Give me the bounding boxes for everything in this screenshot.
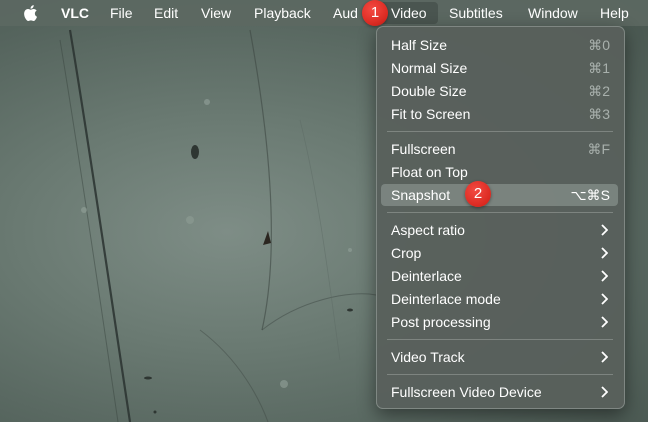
menu-item-double-size[interactable]: Double Size ⌘2 [381,80,618,102]
chevron-right-icon [601,224,608,236]
menu-item-deinterlace-mode[interactable]: Deinterlace mode [381,288,618,310]
menu-item-label: Fullscreen Video Device [391,384,542,400]
apple-logo-icon[interactable] [22,4,38,22]
menu-item-crop[interactable]: Crop [381,242,618,264]
menu-item-post-processing[interactable]: Post processing [381,311,618,333]
menu-item-snapshot[interactable]: Snapshot ⌥⌘S [381,184,618,206]
menu-item-normal-size[interactable]: Normal Size ⌘1 [381,57,618,79]
step-badge-1: 1 [362,0,388,26]
shortcut-label: ⌘0 [588,37,610,53]
chevron-right-icon [601,386,608,398]
video-menu-dropdown: Half Size ⌘0 Normal Size ⌘1 Double Size … [376,26,625,409]
menu-help[interactable]: Help [600,5,629,21]
menu-item-label: Snapshot [391,187,451,203]
menu-item-label: Float on Top [391,164,468,180]
menu-item-label: Fit to Screen [391,106,471,122]
chevron-right-icon [601,270,608,282]
menu-file[interactable]: File [110,5,133,21]
menu-audio[interactable]: Aud [333,5,358,21]
shortcut-label: ⌘F [587,141,610,157]
menu-separator [387,374,613,375]
menu-item-video-track[interactable]: Video Track [381,346,618,368]
menu-item-fullscreen[interactable]: Fullscreen ⌘F [381,138,618,160]
menu-item-fullscreen-video-device[interactable]: Fullscreen Video Device [381,381,618,403]
chevron-right-icon [601,247,608,259]
menu-bar: VLC File Edit View Playback Aud Video Su… [0,0,648,26]
menu-item-aspect-ratio[interactable]: Aspect ratio [381,219,618,241]
menu-item-label: Crop [391,245,422,261]
step-badge-2: 2 [465,181,491,207]
menu-item-deinterlace[interactable]: Deinterlace [381,265,618,287]
shortcut-label: ⌘3 [588,106,610,122]
menu-separator [387,131,613,132]
menu-item-label: Fullscreen [391,141,456,157]
menu-app-vlc[interactable]: VLC [61,5,89,21]
menu-item-label: Normal Size [391,60,468,76]
chevron-right-icon [601,351,608,363]
menu-item-label: Aspect ratio [391,222,465,238]
menu-separator [387,339,613,340]
shortcut-label: ⌥⌘S [570,187,610,203]
menu-playback[interactable]: Playback [254,5,311,21]
menu-subtitles[interactable]: Subtitles [449,5,503,21]
menu-separator [387,212,613,213]
shortcut-label: ⌘1 [588,60,610,76]
menu-item-half-size[interactable]: Half Size ⌘0 [381,34,618,56]
menu-item-fit-to-screen[interactable]: Fit to Screen ⌘3 [381,103,618,125]
menu-item-label: Video Track [391,349,465,365]
menu-edit[interactable]: Edit [154,5,178,21]
menu-item-label: Deinterlace [391,268,462,284]
menu-view[interactable]: View [201,5,231,21]
shortcut-label: ⌘2 [588,83,610,99]
menu-item-label: Half Size [391,37,448,53]
chevron-right-icon [601,316,608,328]
chevron-right-icon [601,293,608,305]
menu-item-label: Deinterlace mode [391,291,501,307]
menu-item-label: Double Size [391,83,467,99]
menu-item-label: Post processing [391,314,491,330]
menu-window[interactable]: Window [528,5,578,21]
menu-item-float-on-top[interactable]: Float on Top [381,161,618,183]
menu-video[interactable]: Video [391,5,427,21]
